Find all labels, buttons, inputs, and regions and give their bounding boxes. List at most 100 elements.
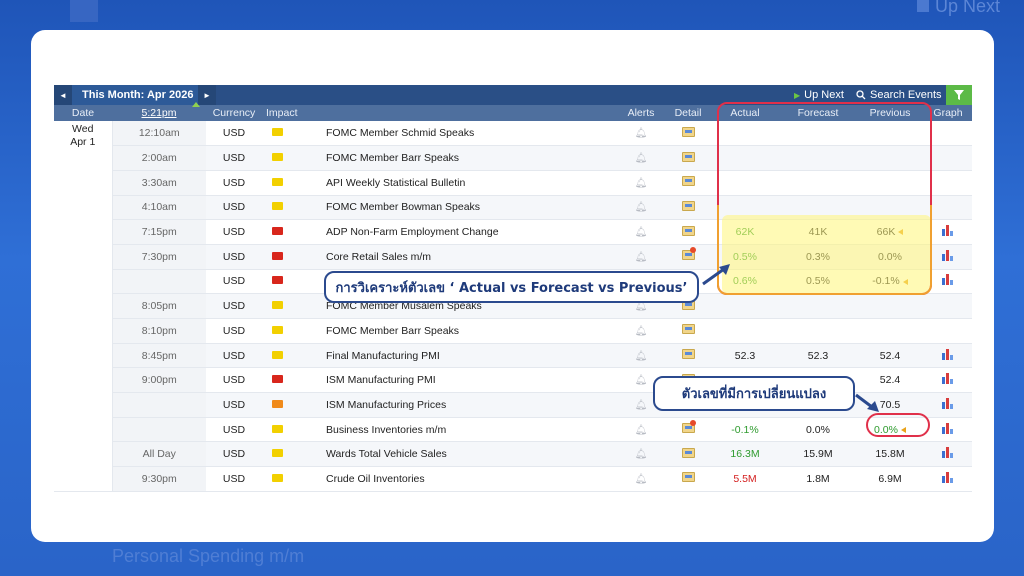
graph-cell[interactable] — [924, 219, 972, 245]
event-title[interactable]: Business Inventories m/m — [316, 417, 616, 443]
detail-folder-icon[interactable] — [681, 349, 695, 360]
event-title[interactable]: FOMC Member Barr Speaks — [316, 318, 616, 344]
event-title[interactable]: Crude Oil Inventories — [316, 466, 616, 492]
bell-icon[interactable]: 🔔︎ — [635, 375, 648, 386]
table-row[interactable]: 7:15pm USD ADP Non-Farm Employment Change 🔔… — [54, 219, 972, 245]
bell-icon[interactable]: 🔔︎ — [635, 425, 648, 436]
table-row[interactable]: 7:30pm USD Core Retail Sales m/m 🔔︎ 0.5% 0.3%… — [54, 244, 972, 270]
detail-cell[interactable] — [666, 343, 710, 369]
event-title[interactable]: ADP Non-Farm Employment Change — [316, 219, 616, 245]
event-title[interactable]: API Weekly Statistical Bulletin — [316, 170, 616, 196]
bell-icon[interactable]: 🔔︎ — [635, 326, 648, 337]
bell-icon[interactable]: 🔔︎ — [635, 474, 648, 485]
event-title[interactable]: ISM Manufacturing PMI — [316, 367, 616, 394]
detail-folder-icon[interactable] — [681, 447, 695, 458]
search-events-button[interactable]: Search Events — [850, 85, 946, 105]
graph-cell[interactable] — [924, 170, 972, 196]
graph-cell[interactable] — [924, 466, 972, 492]
alert-cell[interactable]: 🔔︎ — [616, 466, 666, 492]
event-title[interactable]: Wards Total Vehicle Sales — [316, 441, 616, 468]
detail-folder-icon[interactable] — [681, 247, 696, 261]
detail-folder-icon[interactable] — [681, 176, 695, 187]
prev-month-button[interactable]: ◄ — [54, 85, 72, 105]
alert-cell[interactable]: 🔔︎ — [616, 195, 666, 221]
bell-icon[interactable]: 🔔︎ — [635, 178, 648, 189]
detail-cell[interactable] — [666, 170, 710, 196]
event-title[interactable]: ISM Manufacturing Prices — [316, 392, 616, 418]
bell-icon[interactable]: 🔔︎ — [635, 351, 648, 362]
bell-icon[interactable]: 🔔︎ — [635, 400, 648, 411]
graph-cell[interactable] — [924, 441, 972, 468]
bar-chart-icon[interactable] — [941, 447, 955, 459]
table-row[interactable]: 8:10pm USD FOMC Member Barr Speaks 🔔︎ — [54, 318, 972, 344]
detail-cell[interactable] — [666, 145, 710, 171]
detail-cell[interactable] — [666, 441, 710, 468]
graph-cell[interactable] — [924, 293, 972, 319]
table-row[interactable]: Wed Apr 1 12:10am USD FOMC Member Schmid Spe… — [54, 121, 972, 492]
up-next-button[interactable]: ▶ Up Next — [790, 85, 850, 105]
table-row[interactable]: 2:00am USD FOMC Member Barr Speaks 🔔︎ — [54, 145, 972, 171]
next-month-button[interactable]: ► — [198, 85, 216, 105]
detail-folder-icon[interactable] — [681, 126, 695, 137]
graph-cell[interactable] — [924, 318, 972, 344]
detail-folder-icon[interactable] — [681, 324, 695, 335]
bell-icon[interactable]: 🔔︎ — [635, 128, 648, 139]
table-row[interactable]: 3:30am USD API Weekly Statistical Bulletin… — [54, 170, 972, 196]
table-row[interactable]: USD Business Inventories m/m 🔔︎ -0.1% 0.0% 0.… — [54, 417, 972, 443]
graph-cell[interactable] — [924, 195, 972, 221]
table-row[interactable]: 8:45pm USD Final Manufacturing PMI 🔔︎ 52.3 52… — [54, 343, 972, 369]
detail-folder-icon[interactable] — [681, 200, 695, 211]
graph-cell[interactable] — [924, 417, 972, 443]
graph-cell[interactable] — [924, 269, 972, 295]
detail-folder-icon[interactable] — [681, 472, 695, 483]
table-row[interactable]: 9:30pm USD Crude Oil Inventories 🔔︎ 5.5M 1.8M… — [54, 466, 972, 492]
bell-icon[interactable]: 🔔︎ — [635, 202, 648, 213]
alert-cell[interactable]: 🔔︎ — [616, 441, 666, 468]
bar-chart-icon[interactable] — [941, 397, 955, 409]
detail-cell[interactable] — [666, 121, 710, 147]
detail-cell[interactable] — [666, 417, 710, 443]
alert-cell[interactable]: 🔔︎ — [616, 343, 666, 369]
event-title[interactable]: Final Manufacturing PMI — [316, 343, 616, 369]
event-title[interactable]: Core Retail Sales m/m — [316, 244, 616, 270]
graph-cell[interactable] — [924, 145, 972, 171]
detail-cell[interactable] — [666, 466, 710, 492]
bar-chart-icon[interactable] — [941, 422, 955, 434]
detail-cell[interactable] — [666, 195, 710, 221]
graph-cell[interactable] — [924, 343, 972, 369]
alert-cell[interactable]: 🔔︎ — [616, 219, 666, 245]
month-selector[interactable]: This Month: Apr 2026 — [72, 85, 200, 107]
graph-cell[interactable] — [924, 392, 972, 418]
event-title[interactable]: FOMC Member Barr Speaks — [316, 145, 616, 171]
alert-cell[interactable]: 🔔︎ — [616, 121, 666, 147]
bell-icon[interactable]: 🔔︎ — [635, 227, 648, 238]
detail-folder-icon[interactable] — [681, 225, 695, 236]
col-time[interactable]: 5:21pm — [112, 105, 206, 121]
bar-chart-icon[interactable] — [941, 471, 955, 483]
bar-chart-icon[interactable] — [941, 348, 955, 360]
event-title[interactable]: FOMC Member Schmid Speaks — [316, 121, 616, 147]
table-row[interactable]: All Day USD Wards Total Vehicle Sales 🔔︎ 16.… — [54, 441, 972, 468]
bell-icon[interactable]: 🔔︎ — [635, 449, 648, 460]
detail-folder-icon[interactable] — [681, 420, 696, 434]
bar-chart-icon[interactable] — [941, 249, 955, 261]
alert-cell[interactable]: 🔔︎ — [616, 170, 666, 196]
detail-cell[interactable] — [666, 219, 710, 245]
bar-chart-icon[interactable] — [941, 225, 955, 237]
graph-cell[interactable] — [924, 244, 972, 270]
event-title[interactable]: FOMC Member Bowman Speaks — [316, 195, 616, 221]
bell-icon[interactable]: 🔔︎ — [635, 252, 648, 263]
detail-folder-icon[interactable] — [681, 151, 695, 162]
bell-icon[interactable]: 🔔︎ — [635, 153, 648, 164]
alert-cell[interactable]: 🔔︎ — [616, 417, 666, 443]
bar-chart-icon[interactable] — [941, 274, 955, 286]
table-row[interactable]: 4:10am USD FOMC Member Bowman Speaks 🔔︎ — [54, 195, 972, 221]
bar-chart-icon[interactable] — [941, 373, 955, 385]
filter-button[interactable] — [946, 85, 972, 105]
detail-cell[interactable] — [666, 318, 710, 344]
graph-cell[interactable] — [924, 121, 972, 147]
alert-cell[interactable]: 🔔︎ — [616, 244, 666, 270]
alert-cell[interactable]: 🔔︎ — [616, 318, 666, 344]
alert-cell[interactable]: 🔔︎ — [616, 145, 666, 171]
graph-cell[interactable] — [924, 367, 972, 394]
